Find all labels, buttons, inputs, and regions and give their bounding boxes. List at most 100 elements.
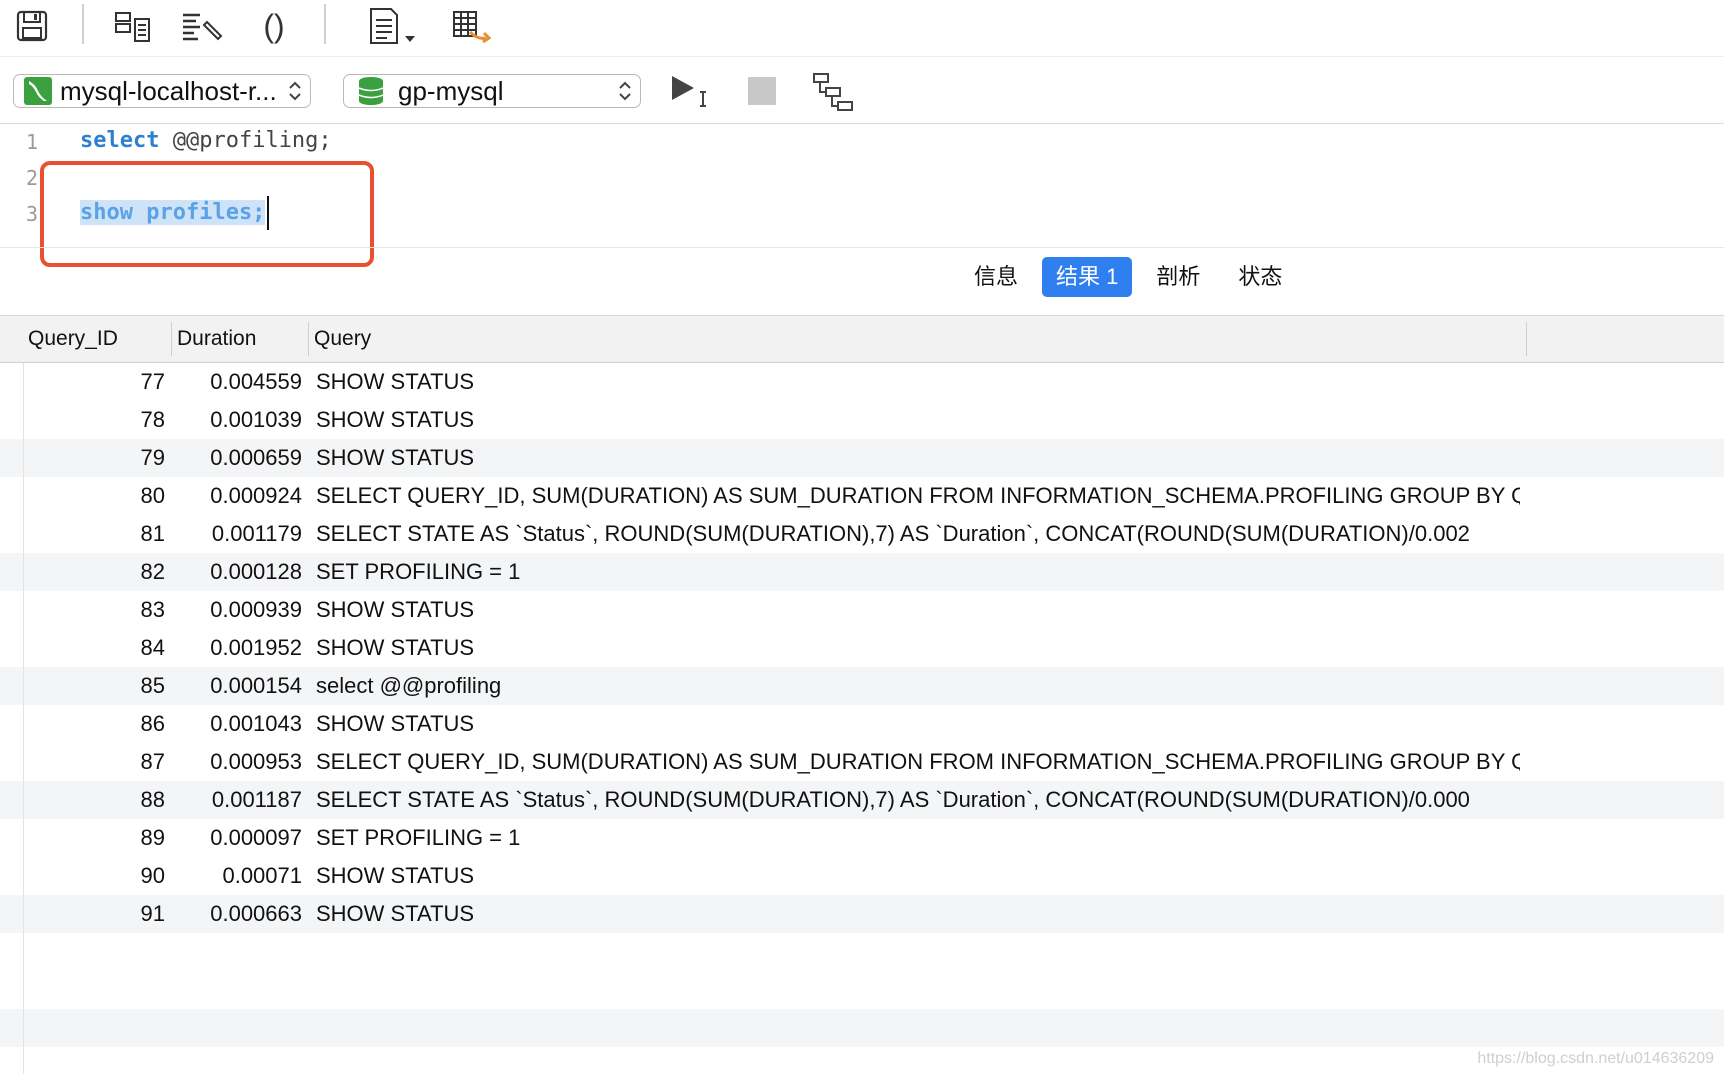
cell-query[interactable]: SELECT QUERY_ID, SUM(DURATION) AS SUM_DU… [316,743,1520,781]
cell-query-id[interactable]: 82 [0,553,165,591]
cell-query[interactable]: SET PROFILING = 1 [316,553,1520,591]
cell-query[interactable]: SHOW STATUS [316,629,1520,667]
toolbar-divider [0,56,1724,57]
stop-icon[interactable] [748,77,776,105]
cell-duration[interactable]: 0.000939 [170,591,302,629]
table-row[interactable]: 84 0.001952 SHOW STATUS [0,629,1724,667]
cell-duration[interactable]: 0.000128 [170,553,302,591]
cell-duration[interactable]: 0.000659 [170,439,302,477]
cell-duration[interactable]: 0.000663 [170,895,302,933]
cell-duration[interactable]: 0.00071 [170,857,302,895]
export-table-icon[interactable] [446,4,496,48]
table-row[interactable]: 82 0.000128 SET PROFILING = 1 [0,553,1724,591]
grid-row-gutter [23,363,24,1074]
table-row[interactable]: 85 0.000154 select @@profiling [0,667,1724,705]
database-label: gp-mysql [398,75,504,106]
table-row[interactable]: 90 0.00071 SHOW STATUS [0,857,1724,895]
chevron-updown-icon [289,81,301,101]
save-icon[interactable] [10,4,54,48]
column-divider[interactable] [171,322,172,356]
empty-row [0,1009,1724,1047]
new-query-icon[interactable] [111,4,155,48]
database-select[interactable]: gp-mysql [343,74,641,108]
cell-query-id[interactable]: 86 [0,705,165,743]
cell-query-id[interactable]: 91 [0,895,165,933]
connection-select[interactable]: mysql-localhost-r... [13,74,311,108]
cell-duration[interactable]: 0.001952 [170,629,302,667]
cell-query-id[interactable]: 89 [0,819,165,857]
main-toolbar: () [0,0,1724,56]
cell-query-id[interactable]: 80 [0,477,165,515]
code-snippet-icon[interactable] [362,4,422,48]
sql-keyword: select [80,128,160,153]
cell-query[interactable]: SHOW STATUS [316,705,1520,743]
cell-query-id[interactable]: 78 [0,401,165,439]
parentheses-icon[interactable]: () [252,4,296,48]
tab-info[interactable]: 信息 [960,257,1032,297]
cell-query[interactable]: SHOW STATUS [316,439,1520,477]
table-row[interactable]: 81 0.001179 SELECT STATE AS `Status`, RO… [0,515,1724,553]
cell-query[interactable]: SHOW STATUS [316,895,1520,933]
beautify-icon[interactable] [180,4,224,48]
table-row[interactable]: 87 0.000953 SELECT QUERY_ID, SUM(DURATIO… [0,743,1724,781]
table-row[interactable]: 86 0.001043 SHOW STATUS [0,705,1724,743]
cell-query-id[interactable]: 90 [0,857,165,895]
tab-result-1[interactable]: 结果 1 [1042,257,1133,297]
empty-row [0,933,1724,971]
column-header-query[interactable]: Query [314,316,371,362]
toolbar-separator [82,4,84,44]
column-header-query-id[interactable]: Query_ID [28,316,118,362]
table-row[interactable]: 83 0.000939 SHOW STATUS [0,591,1724,629]
cell-query[interactable]: SELECT STATE AS `Status`, ROUND(SUM(DURA… [316,515,1520,553]
line-number: 1 [26,130,39,154]
cell-query-id[interactable]: 84 [0,629,165,667]
cell-query[interactable]: select @@profiling [316,667,1520,705]
table-row[interactable]: 78 0.001039 SHOW STATUS [0,401,1724,439]
tab-status[interactable]: 状态 [1224,257,1296,297]
cell-duration[interactable]: 0.001187 [170,781,302,819]
table-row[interactable]: 88 0.001187 SELECT STATE AS `Status`, RO… [0,781,1724,819]
cell-query-id[interactable]: 81 [0,515,165,553]
cell-duration[interactable]: 0.000924 [170,477,302,515]
cell-query[interactable]: SHOW STATUS [316,363,1520,401]
sql-text: @@profiling; [159,128,332,153]
cell-duration[interactable]: 0.001039 [170,401,302,439]
cell-query[interactable]: SELECT QUERY_ID, SUM(DURATION) AS SUM_DU… [316,477,1520,515]
run-selected-button[interactable] [670,74,716,110]
table-row[interactable]: 77 0.004559 SHOW STATUS [0,363,1724,401]
explain-button[interactable] [812,72,854,112]
cell-query[interactable]: SHOW STATUS [316,857,1520,895]
cell-query-id[interactable]: 87 [0,743,165,781]
cell-query[interactable]: SET PROFILING = 1 [316,819,1520,857]
empty-row [0,971,1724,1009]
cell-duration[interactable]: 0.001043 [170,705,302,743]
cell-duration[interactable]: 0.004559 [170,363,302,401]
result-grid-body: 77 0.004559 SHOW STATUS 78 0.001039 SHOW… [0,363,1724,1047]
table-row[interactable]: 80 0.000924 SELECT QUERY_ID, SUM(DURATIO… [0,477,1724,515]
column-divider[interactable] [1526,322,1527,356]
code-line-1[interactable]: select @@profiling; [80,128,332,153]
tab-profile[interactable]: 剖析 [1142,257,1214,297]
cell-query[interactable]: SELECT STATE AS `Status`, ROUND(SUM(DURA… [316,781,1520,819]
table-row[interactable]: 79 0.000659 SHOW STATUS [0,439,1724,477]
cell-duration[interactable]: 0.001179 [170,515,302,553]
cell-query-id[interactable]: 88 [0,781,165,819]
cell-query[interactable]: SHOW STATUS [316,591,1520,629]
cell-query-id[interactable]: 83 [0,591,165,629]
watermark-text: https://blog.csdn.net/u014636209 [1477,1050,1714,1067]
cell-query-id[interactable]: 85 [0,667,165,705]
cell-duration[interactable]: 0.000953 [170,743,302,781]
cell-query[interactable]: SHOW STATUS [316,401,1520,439]
table-row[interactable]: 91 0.000663 SHOW STATUS [0,895,1724,933]
cell-query-id[interactable]: 79 [0,439,165,477]
editor-bottom-divider [0,247,1724,248]
table-row[interactable]: 89 0.000097 SET PROFILING = 1 [0,819,1724,857]
cell-duration[interactable]: 0.000097 [170,819,302,857]
column-header-duration[interactable]: Duration [177,316,256,362]
database-icon [358,76,384,106]
cell-duration[interactable]: 0.000154 [170,667,302,705]
annotation-highlight-box [40,161,374,267]
cell-query-id[interactable]: 77 [0,363,165,401]
result-tabs: 信息 结果 1 剖析 状态 [960,256,1306,298]
column-divider[interactable] [308,322,309,356]
